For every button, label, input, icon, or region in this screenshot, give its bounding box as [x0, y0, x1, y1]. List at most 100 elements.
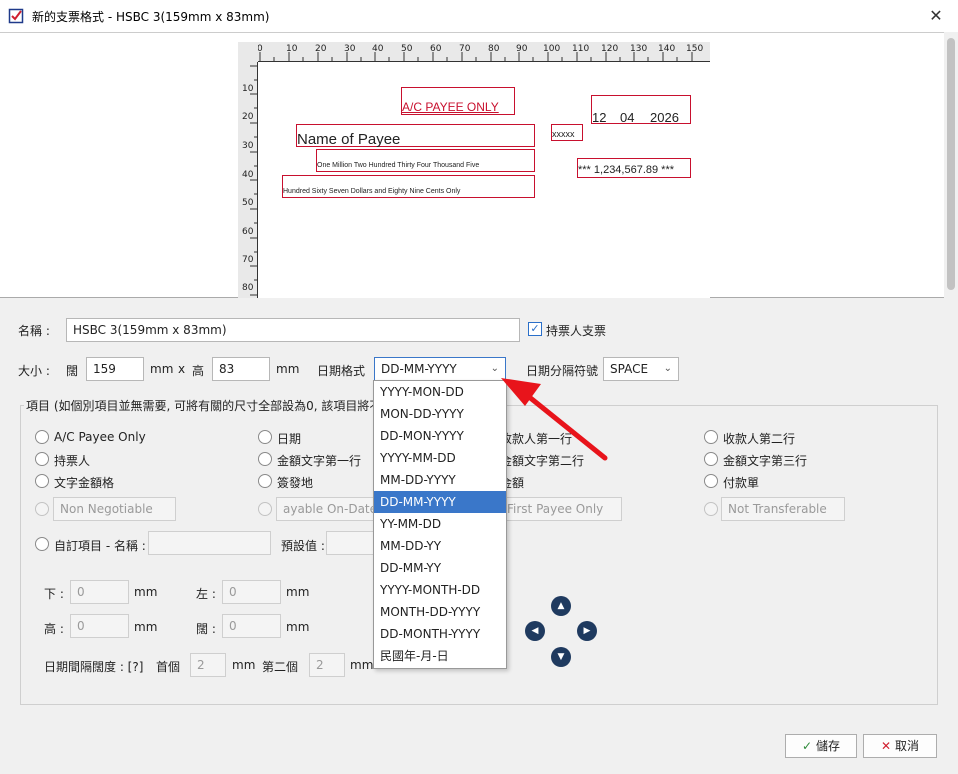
- app-icon: [8, 8, 24, 24]
- date-format-option[interactable]: DD-MONTH-YYYY: [374, 623, 506, 645]
- first-spacing-unit: mm: [232, 658, 256, 672]
- date-format-option[interactable]: DD-MON-YYYY: [374, 425, 506, 447]
- name-input[interactable]: HSBC 3(159mm x 83mm): [66, 318, 520, 342]
- payee-field[interactable]: Name of Payee: [296, 124, 535, 148]
- h-input[interactable]: 0: [70, 614, 129, 638]
- radio-words-line3-label: 金額文字第三行: [723, 454, 808, 468]
- first-spacing-label: 首個: [156, 660, 181, 674]
- move-left-icon[interactable]: ◀: [525, 621, 545, 641]
- default-value-input[interactable]: [326, 531, 374, 555]
- date-format-option[interactable]: YY-MM-DD: [374, 513, 506, 535]
- save-button[interactable]: ✓ 儲存: [785, 734, 857, 758]
- amount-text: *** 1,234,567.89 ***: [578, 164, 675, 176]
- w-input[interactable]: 0: [222, 614, 281, 638]
- move-up-icon[interactable]: ▲: [551, 596, 571, 616]
- radio-sign-place[interactable]: [258, 474, 272, 488]
- default-value-label: 預設值 :: [281, 539, 325, 553]
- move-down-icon[interactable]: ▼: [551, 647, 571, 667]
- cross-icon: ✕: [881, 739, 892, 753]
- radio-bearer-label: 持票人: [54, 454, 91, 468]
- ruler-top: 0 10 20 30 40 50 60 70 80 90 100 110 120…: [238, 42, 710, 62]
- radio-not-transferable[interactable]: [704, 502, 718, 516]
- w-unit: mm: [286, 620, 310, 634]
- bearer-label: 持票人支票: [546, 324, 607, 338]
- close-icon[interactable]: ✕: [926, 6, 946, 26]
- left-unit: mm: [286, 585, 310, 599]
- name-label: 名稱 :: [18, 324, 50, 338]
- payable-on-date-input[interactable]: ayable On-Date O: [276, 497, 374, 521]
- second-spacing-input[interactable]: 2: [309, 653, 345, 677]
- size-label: 大小 :: [18, 364, 50, 378]
- left-input[interactable]: 0: [222, 580, 281, 604]
- date-format-option[interactable]: YYYY-MON-DD: [374, 381, 506, 403]
- radio-non-negotiable[interactable]: [35, 502, 49, 516]
- preview-scrollbar[interactable]: [944, 32, 958, 298]
- width-input[interactable]: 159: [86, 357, 144, 381]
- save-label: 儲存: [815, 739, 840, 753]
- words-line1-text: One Million Two Hundred Thirty Four Thou…: [317, 162, 480, 169]
- date-field[interactable]: 12 04 2026: [591, 95, 691, 125]
- custom-name-label: 自訂項目 - 名稱 :: [54, 539, 146, 553]
- check-icon: ✓: [802, 739, 813, 753]
- cheque-canvas: 0 10 20 30 40 50 60 70 80 90 100 110 120…: [238, 42, 710, 298]
- radio-pay-slip[interactable]: [704, 474, 718, 488]
- radio-amount-words[interactable]: [35, 474, 49, 488]
- chevron-down-icon: ⌄: [663, 363, 672, 374]
- xxxxx-field[interactable]: xxxxx: [551, 124, 583, 141]
- date-format-option[interactable]: MONTH-DD-YYYY: [374, 601, 506, 623]
- radio-words-line1[interactable]: [258, 452, 272, 466]
- h-label: 高 :: [44, 622, 64, 636]
- height-input[interactable]: 83: [212, 357, 270, 381]
- ac-payee-field[interactable]: A/C PAYEE ONLY: [401, 87, 515, 115]
- date-separator-value: SPACE: [610, 362, 649, 376]
- words-line1-field[interactable]: One Million Two Hundred Thirty Four Thou…: [316, 149, 535, 172]
- radio-amount-words-label: 文字金額格: [54, 476, 115, 490]
- date-format-option[interactable]: MM-DD-YY: [374, 535, 506, 557]
- words-line2-text: Hundred Sixty Seven Dollars and Eighty N…: [283, 188, 461, 195]
- custom-name-input[interactable]: [148, 531, 271, 555]
- radio-custom-item[interactable]: [35, 537, 49, 551]
- radio-payee-line2[interactable]: [704, 430, 718, 444]
- window-title: 新的支票格式 - HSBC 3(159mm x 83mm): [32, 10, 270, 24]
- radio-payable-on-date[interactable]: [258, 502, 272, 516]
- amount-field[interactable]: *** 1,234,567.89 ***: [577, 158, 691, 178]
- non-negotiable-input[interactable]: Non Negotiable: [53, 497, 176, 521]
- date-format-option-selected[interactable]: DD-MM-YYYY: [374, 491, 506, 513]
- cancel-button[interactable]: ✕ 取消: [863, 734, 937, 758]
- words-line2-field[interactable]: Hundred Sixty Seven Dollars and Eighty N…: [282, 175, 535, 198]
- radio-bearer[interactable]: [35, 452, 49, 466]
- date-format-option[interactable]: MON-DD-YYYY: [374, 403, 506, 425]
- second-spacing-unit: mm: [350, 658, 374, 672]
- date-spacing-label: 日期間隔闊度 : [?]: [44, 660, 144, 674]
- date-format-option[interactable]: DD-MM-YY: [374, 557, 506, 579]
- date-year: 2026: [650, 110, 679, 125]
- radio-ac-payee[interactable]: [35, 430, 49, 444]
- ac-payee-text: A/C PAYEE ONLY: [402, 100, 499, 114]
- width-label: 闊: [66, 364, 79, 378]
- height-label: 高: [192, 364, 205, 378]
- left-label: 左 :: [196, 587, 216, 601]
- payee-text: Name of Payee: [297, 131, 401, 148]
- h-unit: mm: [134, 620, 158, 634]
- date-format-option[interactable]: MM-DD-YYYY: [374, 469, 506, 491]
- date-format-option[interactable]: YYYY-MM-DD: [374, 447, 506, 469]
- date-format-option[interactable]: 民國年-月-日: [374, 645, 506, 667]
- radio-payee-line2-label: 收款人第二行: [723, 432, 796, 446]
- move-right-icon[interactable]: ▶: [577, 621, 597, 641]
- cancel-label: 取消: [894, 739, 919, 753]
- bearer-checkbox[interactable]: ✓: [528, 322, 542, 336]
- not-transferable-input[interactable]: Not Transferable: [721, 497, 845, 521]
- xxxxx-text: xxxxx: [552, 129, 575, 139]
- annotation-arrow-icon: [501, 378, 608, 461]
- items-legend: 項目 (如個別項目並無需要, 可將有關的尺寸全部設為0, 該項目將不: [24, 397, 384, 414]
- radio-words-line3[interactable]: [704, 452, 718, 466]
- date-format-select[interactable]: DD-MM-YYYY ⌄: [374, 357, 506, 381]
- date-format-option[interactable]: YYYY-MONTH-DD: [374, 579, 506, 601]
- first-payee-input[interactable]: First Payee Only: [500, 497, 622, 521]
- date-format-dropdown: YYYY-MON-DD MON-DD-YYYY DD-MON-YYYY YYYY…: [373, 380, 507, 669]
- radio-date[interactable]: [258, 430, 272, 444]
- first-spacing-input[interactable]: 2: [190, 653, 226, 677]
- radio-words-line1-label: 金額文字第一行: [277, 454, 362, 468]
- date-month: 04: [620, 110, 635, 125]
- bottom-input[interactable]: 0: [70, 580, 129, 604]
